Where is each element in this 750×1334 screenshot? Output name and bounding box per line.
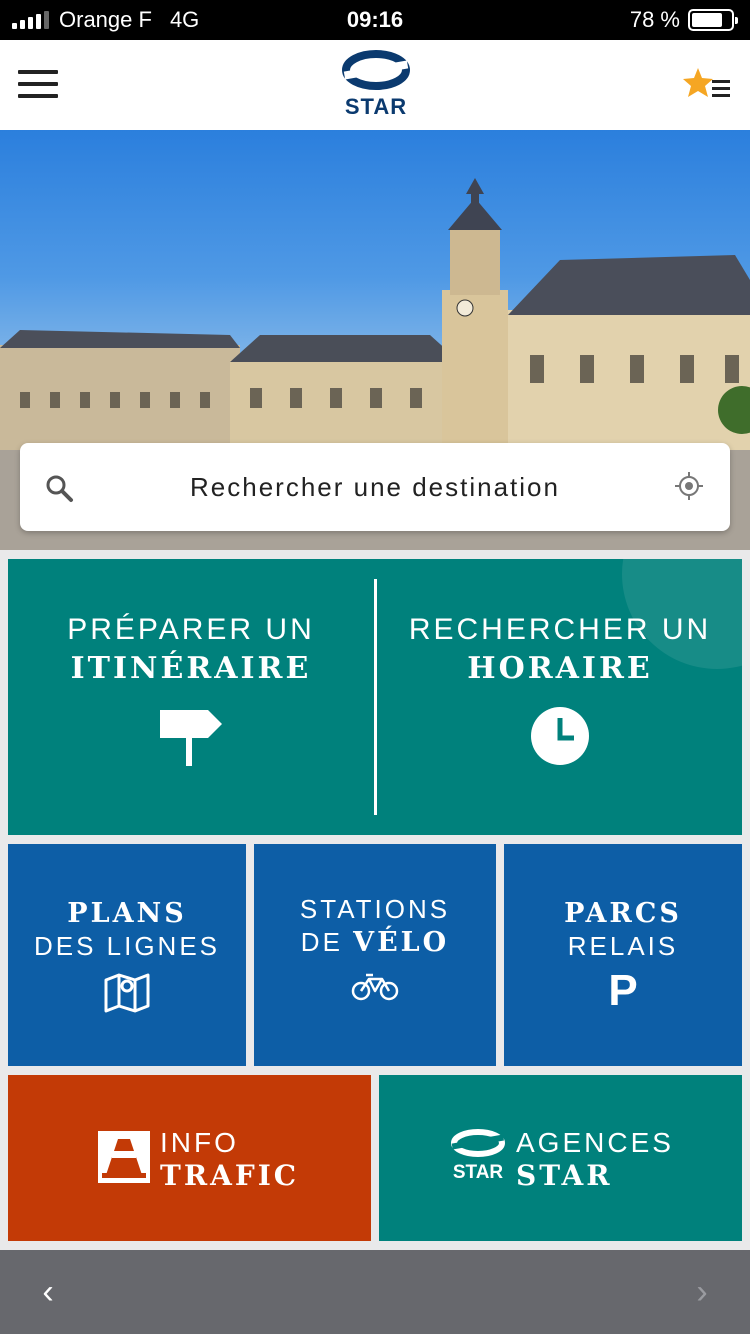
search-timetable-button[interactable]: RECHERCHER UN HORAIRE xyxy=(377,559,742,835)
info-line1: INFO xyxy=(160,1127,239,1158)
velo-line1: STATIONS xyxy=(299,894,451,924)
favorites-button[interactable] xyxy=(682,66,734,106)
star-agencies-button[interactable]: STAR AGENCES STAR xyxy=(379,1075,742,1241)
back-arrow-icon[interactable]: ‹ xyxy=(28,1272,68,1312)
parking-p-icon: P xyxy=(608,966,638,1015)
search-placeholder: Rechercher une destination xyxy=(190,472,560,502)
plans-line1: PLANS xyxy=(67,898,187,929)
forward-arrow-icon[interactable]: › xyxy=(682,1272,722,1312)
menu-icon[interactable] xyxy=(18,70,58,98)
itinerary-line2: ITINÉRAIRE xyxy=(70,651,312,686)
bike-stations-button[interactable]: STATIONS DE VÉLO xyxy=(254,844,496,1066)
destination-search-bar[interactable]: Rechercher une destination xyxy=(20,443,730,531)
velo-line2b: VÉLO xyxy=(353,927,450,958)
park-and-ride-button[interactable]: PARCS RELAIS P xyxy=(504,844,742,1066)
star-logo-mark xyxy=(342,50,410,90)
battery-icon xyxy=(688,9,738,31)
traffic-cone-icon xyxy=(98,1131,150,1183)
status-bar: Orange F 4G 09:16 78 % xyxy=(0,0,750,40)
parcs-line1: PARCS xyxy=(564,898,682,929)
agences-line2: STAR xyxy=(516,1159,613,1192)
logo-text: STAR xyxy=(344,94,408,119)
info-line2: TRAFIC xyxy=(160,1159,300,1192)
signpost-icon xyxy=(160,710,222,766)
plans-line2: DES LIGNES xyxy=(33,931,221,961)
parcs-line2: RELAIS xyxy=(567,931,679,961)
agences-logo-text: STAR xyxy=(452,1162,504,1183)
timetable-line1: RECHERCHER UN xyxy=(408,613,712,646)
battery-percent: 78 % xyxy=(629,7,680,32)
star-logo-white-icon xyxy=(451,1129,505,1157)
velo-line2a: DE xyxy=(300,927,354,957)
map-icon xyxy=(104,973,150,1013)
itinerary-timetable-tile: PRÉPARER UN ITINÉRAIRE RECHERCHER UN HOR… xyxy=(8,559,742,835)
star-logo: STAR xyxy=(340,50,412,124)
timetable-line2: HORAIRE xyxy=(467,651,653,686)
star-list-icon xyxy=(683,68,730,97)
itinerary-line1: PRÉPARER UN xyxy=(67,613,315,646)
agences-star-logo: STAR xyxy=(449,1127,507,1184)
locate-icon[interactable] xyxy=(674,471,704,501)
bottom-toolbar: ‹ › xyxy=(0,1250,750,1334)
app-header: STAR xyxy=(0,40,750,130)
bicycle-icon xyxy=(351,973,399,1001)
agences-line1: AGENCES xyxy=(516,1127,674,1158)
plan-itinerary-button[interactable]: PRÉPARER UN ITINÉRAIRE xyxy=(8,559,374,835)
clock-icon xyxy=(531,707,589,765)
line-maps-button[interactable]: PLANS DES LIGNES xyxy=(8,844,246,1066)
traffic-info-button[interactable]: INFO TRAFIC xyxy=(8,1075,371,1241)
